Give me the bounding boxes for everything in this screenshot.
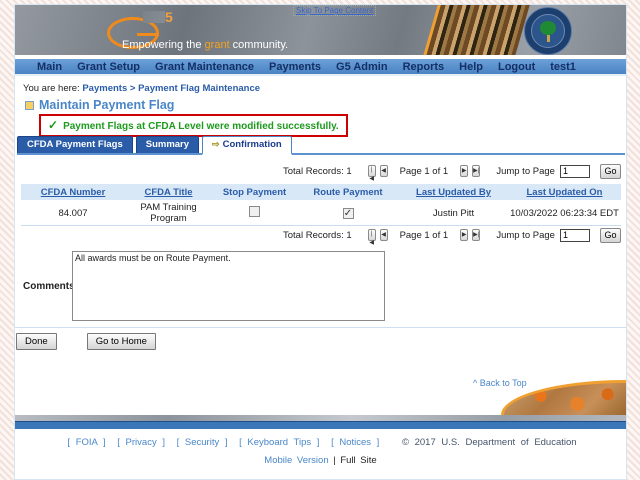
- cell-last-updated-by: Justin Pitt: [399, 201, 508, 226]
- breadcrumb-current: Payment Flag Maintenance: [138, 83, 261, 94]
- footer-link-foia[interactable]: [ FOIA ]: [67, 437, 105, 448]
- first-page-button[interactable]: |◀: [367, 229, 376, 246]
- g5-logo-five: 5: [165, 9, 173, 25]
- nav-item-logout[interactable]: Logout: [498, 61, 535, 73]
- cell-cfda-number: 84.007: [21, 201, 125, 226]
- seal-tree-icon: [540, 20, 556, 35]
- footer-links: [ FOIA ] [ Privacy ] [ Security ] [ Keyb…: [15, 437, 626, 448]
- nav-item-grant-maintenance[interactable]: Grant Maintenance: [155, 61, 254, 73]
- nav-item-g5-admin[interactable]: G5 Admin: [336, 61, 388, 73]
- jump-to-page-input[interactable]: [559, 164, 590, 178]
- tab-confirmation[interactable]: ⇨ Confirmation: [202, 136, 292, 155]
- main-nav: Main Grant Setup Grant Maintenance Payme…: [15, 59, 626, 76]
- next-page-button[interactable]: ▶: [460, 165, 469, 177]
- header-banner: 5 Empowering the grant community. Skip T…: [15, 5, 626, 57]
- nav-item-reports[interactable]: Reports: [403, 61, 445, 73]
- tab-cfda-payment-flags[interactable]: CFDA Payment Flags: [17, 136, 133, 153]
- copyright-text: © 2017 U.S. Department of Education: [401, 437, 577, 448]
- last-page-button[interactable]: ▶|: [472, 165, 481, 177]
- total-records: Total Records: 1: [283, 165, 352, 177]
- jump-to-page-input[interactable]: [559, 228, 590, 242]
- page-container: 5 Empowering the grant community. Skip T…: [14, 4, 627, 480]
- page-indicator: Page 1 of 1: [399, 229, 449, 241]
- footer-blue-bar: [15, 421, 626, 429]
- table-header-row: CFDA Number CFDA Title Stop Payment Rout…: [21, 184, 621, 202]
- back-to-top-link[interactable]: ^ Back to Top: [473, 378, 527, 388]
- comments-label: Comments: [23, 280, 75, 292]
- comments-textarea[interactable]: All awards must be on Route Payment.: [72, 251, 385, 321]
- nav-item-username[interactable]: test1: [550, 61, 576, 73]
- first-page-button[interactable]: |◀: [367, 165, 376, 182]
- go-to-home-button[interactable]: Go to Home: [86, 333, 156, 350]
- footer-site-switch: Mobile Version | Full Site: [264, 455, 377, 466]
- table-row: 84.007 PAM Training Program Justin Pitt …: [21, 201, 621, 226]
- footer-link-security[interactable]: [ Security ]: [177, 437, 228, 448]
- col-header-last-updated-by[interactable]: Last Updated By: [399, 184, 508, 202]
- next-page-button[interactable]: ▶: [460, 229, 469, 241]
- col-header-cfda-number[interactable]: CFDA Number: [21, 184, 125, 202]
- page-title: Maintain Payment Flag: [25, 98, 174, 112]
- nav-item-help[interactable]: Help: [459, 61, 483, 73]
- last-page-button[interactable]: ▶|: [472, 229, 481, 241]
- stop-payment-checkbox: [249, 206, 260, 218]
- tab-summary[interactable]: Summary: [135, 136, 200, 153]
- full-site-label: Full Site: [340, 455, 377, 466]
- go-button-bottom[interactable]: Go: [599, 227, 621, 243]
- library-image: [421, 5, 531, 55]
- prev-page-button[interactable]: ◀: [379, 165, 388, 177]
- breadcrumb-link-payments[interactable]: Payments: [82, 83, 127, 94]
- col-header-cfda-title[interactable]: CFDA Title: [125, 184, 212, 202]
- tab-bar: CFDA Payment Flags Summary ⇨ Confirmatio…: [17, 136, 625, 155]
- total-records: Total Records: 1: [283, 229, 352, 241]
- footer-link-notices[interactable]: [ Notices ]: [331, 437, 379, 448]
- payment-flag-table: CFDA Number CFDA Title Stop Payment Rout…: [21, 184, 621, 226]
- col-header-stop-payment: Stop Payment: [212, 184, 297, 202]
- nav-item-payments[interactable]: Payments: [269, 61, 321, 73]
- nav-item-main[interactable]: Main: [37, 61, 62, 73]
- checkmark-icon: ✓: [48, 118, 59, 132]
- section-divider: [15, 327, 626, 328]
- skip-to-content-link[interactable]: Skip To Page Content: [293, 5, 377, 16]
- tagline: Empowering the grant community.: [122, 39, 289, 51]
- col-header-last-updated-on[interactable]: Last Updated On: [508, 184, 621, 202]
- mobile-version-link[interactable]: Mobile Version: [264, 455, 328, 466]
- cell-cfda-title: PAM Training Program: [125, 201, 212, 226]
- breadcrumb: You are here: Payments > Payment Flag Ma…: [23, 83, 261, 94]
- route-payment-checkbox: [342, 207, 354, 219]
- action-buttons: Done Go to Home: [16, 333, 156, 350]
- nav-item-grant-setup[interactable]: Grant Setup: [77, 61, 140, 73]
- page-indicator: Page 1 of 1: [399, 165, 449, 177]
- done-button[interactable]: Done: [16, 333, 57, 350]
- footer-link-keyboard-tips[interactable]: [ Keyboard Tips ]: [239, 437, 319, 448]
- comments-section: Comments All awards must be on Route Pay…: [23, 251, 385, 321]
- page-title-icon: [25, 100, 34, 110]
- col-header-route-payment: Route Payment: [297, 184, 399, 202]
- prev-page-button[interactable]: ◀: [379, 229, 388, 241]
- pagination-bottom: Total Records: 1 |◀ ◀ Page 1 of 1 ▶ ▶| J…: [283, 227, 621, 246]
- go-button-top[interactable]: Go: [599, 163, 621, 179]
- footer-link-privacy[interactable]: [ Privacy ]: [117, 437, 165, 448]
- pagination-top: Total Records: 1 |◀ ◀ Page 1 of 1 ▶ ▶| J…: [283, 163, 621, 182]
- success-message: ✓ Payment Flags at CFDA Level were modifi…: [39, 114, 348, 137]
- dept-education-seal: [524, 7, 572, 55]
- confirmation-tab-icon: ⇨: [212, 139, 220, 149]
- cell-last-updated-on: 10/03/2022 06:23:34 EDT: [508, 201, 621, 226]
